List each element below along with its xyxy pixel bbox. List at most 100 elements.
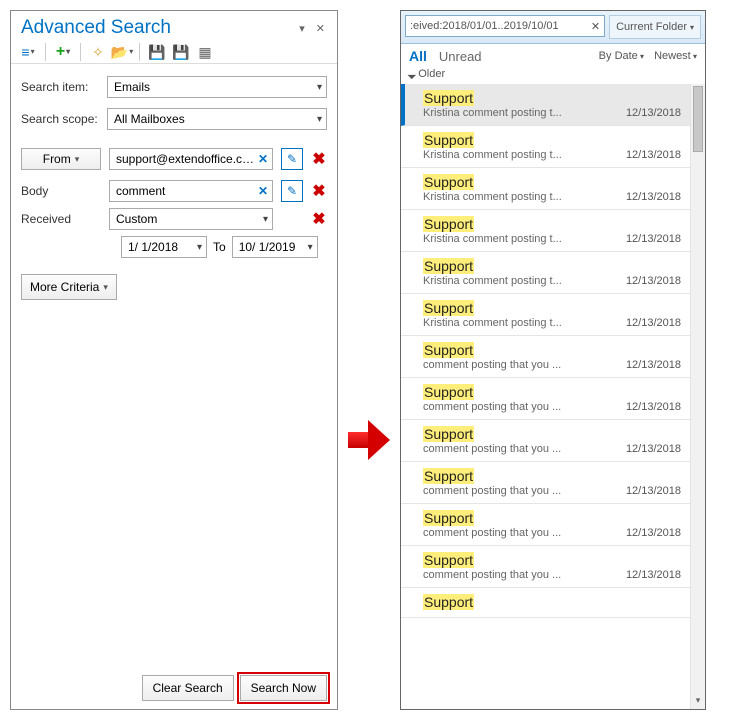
result-date: 12/13/2018 xyxy=(626,233,681,245)
search-scope-label: Search scope: xyxy=(21,112,99,126)
date-to-label: To xyxy=(213,240,226,254)
result-sender: Support xyxy=(423,594,681,610)
chevron-down-icon: ▾ xyxy=(317,82,322,93)
chevron-down-icon: ▾ xyxy=(263,214,268,225)
grid-icon[interactable]: ▦ xyxy=(196,43,214,61)
result-date: 12/13/2018 xyxy=(626,485,681,497)
result-date: 12/13/2018 xyxy=(626,275,681,287)
advanced-search-panel: Advanced Search ▾ ✕ ≡ + ✧ 📂 💾 💾 ▦ Search… xyxy=(10,10,338,710)
delete-row-icon[interactable]: ✖ xyxy=(311,209,327,229)
result-sender: Support xyxy=(423,552,681,568)
result-item[interactable]: SupportKristina comment posting t... 12/1… xyxy=(401,252,691,294)
search-form: Search item: Emails ▾ Search scope: All … xyxy=(11,64,337,312)
result-date: 12/13/2018 xyxy=(626,569,681,581)
search-scope-button[interactable]: Current Folder ▾ xyxy=(609,15,701,39)
result-subject: Kristina comment posting t... xyxy=(423,149,562,161)
clear-x-icon[interactable]: ✕ xyxy=(258,152,268,166)
clear-x-icon[interactable]: ✕ xyxy=(258,184,268,198)
result-sender: Support xyxy=(423,384,681,400)
result-item[interactable]: Support xyxy=(401,588,691,618)
search-item-label: Search item: xyxy=(21,80,99,94)
result-date: 12/13/2018 xyxy=(626,317,681,329)
search-scope-select[interactable]: All Mailboxes ▾ xyxy=(107,108,327,130)
search-query-box[interactable]: :eived:2018/01/01..2019/10/01 ✕ xyxy=(405,15,605,37)
search-now-button[interactable]: Search Now xyxy=(240,675,327,701)
result-item[interactable]: Supportcomment posting that you ... 12/13… xyxy=(401,462,691,504)
result-sender: Support xyxy=(423,510,681,526)
save-as-icon[interactable]: 💾 xyxy=(172,43,190,61)
result-item[interactable]: SupportKristina comment posting t... 12/1… xyxy=(401,210,691,252)
body-input[interactable]: comment ✕ xyxy=(109,180,273,202)
eyedropper-icon[interactable]: ✎ xyxy=(281,148,303,170)
result-sender: Support xyxy=(423,216,681,232)
list-icon[interactable]: ≡ xyxy=(19,43,37,61)
open-folder-icon[interactable]: 📂 xyxy=(113,43,131,61)
result-subject: Kristina comment posting t... xyxy=(423,275,562,287)
result-item[interactable]: SupportKristina comment posting t... 12/1… xyxy=(401,84,691,126)
add-icon[interactable]: + xyxy=(54,43,72,61)
sort-by-button[interactable]: By Date xyxy=(599,50,644,62)
delete-row-icon[interactable]: ✖ xyxy=(311,149,327,169)
result-date: 12/13/2018 xyxy=(626,359,681,371)
result-subject: comment posting that you ... xyxy=(423,401,561,413)
chevron-down-icon: ▾ xyxy=(317,114,322,125)
sort-dir-button[interactable]: Newest xyxy=(654,50,697,62)
chevron-down-icon: ▾ xyxy=(103,282,108,293)
result-subject: Kristina comment posting t... xyxy=(423,317,562,329)
result-sender: Support xyxy=(423,426,681,442)
from-field-button[interactable]: From ▾ xyxy=(21,148,101,170)
scrollbar-down-icon[interactable]: ▾ xyxy=(691,695,705,709)
result-sender: Support xyxy=(423,90,681,106)
group-header-older[interactable]: Older xyxy=(401,66,705,84)
result-subject: comment posting that you ... xyxy=(423,569,561,581)
result-subject: Kristina comment posting t... xyxy=(423,191,562,203)
result-subject: Kristina comment posting t... xyxy=(423,233,562,245)
result-item[interactable]: SupportKristina comment posting t...12/1… xyxy=(401,126,691,168)
result-sender: Support xyxy=(423,258,681,274)
toolbar: ≡ + ✧ 📂 💾 💾 ▦ xyxy=(11,41,337,64)
clear-search-icon[interactable]: ✕ xyxy=(591,20,600,33)
scrollbar-thumb[interactable] xyxy=(693,86,703,152)
save-icon[interactable]: 💾 xyxy=(148,43,166,61)
result-date: 12/13/2018 xyxy=(626,107,681,119)
results-panel: :eived:2018/01/01..2019/10/01 ✕ Current … xyxy=(400,10,706,710)
result-date: 12/13/2018 xyxy=(626,443,681,455)
result-date: 12/13/2018 xyxy=(626,527,681,539)
date-to-input[interactable]: 10/ 1/2019 ▾ xyxy=(232,236,318,258)
result-date: 12/13/2018 xyxy=(626,401,681,413)
more-criteria-button[interactable]: More Criteria ▾ xyxy=(21,274,117,300)
result-subject: comment posting that you ... xyxy=(423,359,561,371)
received-select[interactable]: Custom ▾ xyxy=(109,208,273,230)
clear-search-button[interactable]: Clear Search xyxy=(142,675,234,701)
new-doc-icon[interactable]: ✧ xyxy=(89,43,107,61)
result-item[interactable]: SupportKristina comment posting t...12/1… xyxy=(401,168,691,210)
result-item[interactable]: Supportcomment posting that you ...12/13… xyxy=(401,336,691,378)
results-list: SupportKristina comment posting t...12/1… xyxy=(401,84,705,709)
result-subject: comment posting that you ... xyxy=(423,443,561,455)
result-sender: Support xyxy=(423,468,681,484)
close-icon[interactable]: ✕ xyxy=(316,23,327,35)
search-item-select[interactable]: Emails ▾ xyxy=(107,76,327,98)
chevron-down-icon: ▾ xyxy=(75,154,80,165)
result-sender: Support xyxy=(423,174,681,190)
chevron-down-icon: ▾ xyxy=(308,242,313,253)
panel-title: Advanced Search xyxy=(21,17,171,39)
tab-all[interactable]: All xyxy=(409,48,427,64)
result-item[interactable]: SupportKristina comment posting t...12/1… xyxy=(401,294,691,336)
result-item[interactable]: Supportcomment posting that you ... 12/13… xyxy=(401,420,691,462)
from-input[interactable]: support@extendoffice.com ✕ xyxy=(109,148,273,170)
result-item[interactable]: Supportcomment posting that you ... 12/13… xyxy=(401,546,691,588)
result-subject: comment posting that you ... xyxy=(423,485,561,497)
result-subject: comment posting that you ... xyxy=(423,527,561,539)
chevron-down-icon: ▾ xyxy=(690,23,694,32)
eyedropper-icon[interactable]: ✎ xyxy=(281,180,303,202)
scrollbar[interactable]: ▾ xyxy=(690,84,705,709)
result-item[interactable]: Supportcomment posting that you ... 12/13… xyxy=(401,504,691,546)
received-label: Received xyxy=(21,212,101,226)
result-subject: Kristina comment posting t... xyxy=(423,107,562,119)
delete-row-icon[interactable]: ✖ xyxy=(311,181,327,201)
tab-unread[interactable]: Unread xyxy=(439,49,482,64)
date-from-input[interactable]: 1/ 1/2018 ▾ xyxy=(121,236,207,258)
pin-icon[interactable]: ▾ xyxy=(299,23,307,35)
result-item[interactable]: Supportcomment posting that you ... 12/13… xyxy=(401,378,691,420)
